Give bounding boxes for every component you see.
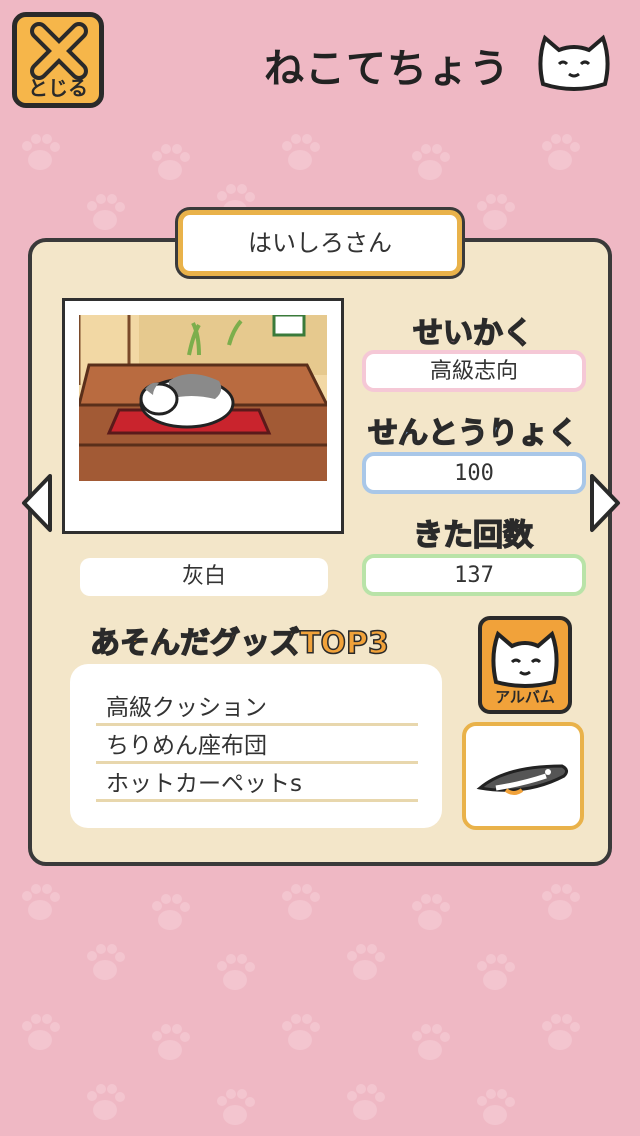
list-item: ちりめん座布団 — [96, 726, 418, 764]
page-title: ねこてちょう — [264, 46, 510, 92]
album-button[interactable]: アルバム — [478, 616, 572, 714]
album-button-label: アルバム — [495, 688, 555, 706]
top-goods-heading: あそんだグッズTOP3 — [89, 625, 389, 662]
personality-label: せいかく — [412, 315, 534, 352]
visits-label: きた回数 — [412, 517, 534, 554]
cat-face-icon — [538, 34, 610, 91]
fur-pattern: 灰白 — [80, 558, 328, 596]
favorite-item-box[interactable] — [462, 722, 584, 830]
power-value: 100 — [362, 452, 586, 494]
cat-on-cushion-image — [79, 315, 327, 481]
previous-cat-arrow-icon[interactable] — [20, 472, 54, 534]
close-button[interactable]: とじる — [12, 12, 104, 108]
list-item: ホットカーペットs — [96, 764, 418, 802]
penguin-toy-icon — [476, 764, 569, 795]
visits-value: 137 — [362, 554, 586, 596]
power-label: せんとうりょく — [367, 415, 579, 452]
cat-photo — [62, 298, 344, 534]
cat-face-icon — [491, 630, 559, 688]
close-button-label: とじる — [28, 76, 88, 100]
top-goods-list: 高級クッション ちりめん座布団 ホットカーペットs — [70, 664, 442, 828]
cat-name: はいしろさん — [178, 210, 462, 276]
list-item: 高級クッション — [96, 688, 418, 726]
personality-value: 高級志向 — [362, 350, 586, 392]
next-cat-arrow-icon[interactable] — [588, 472, 622, 534]
